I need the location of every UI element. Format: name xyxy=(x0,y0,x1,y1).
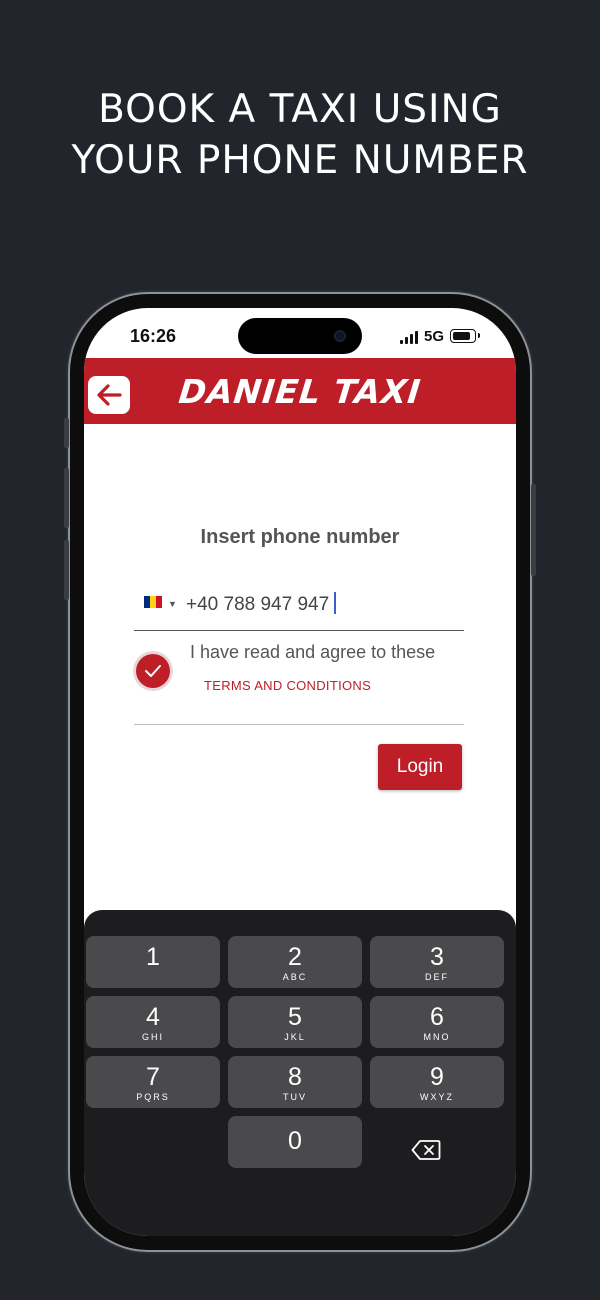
battery-icon xyxy=(450,329,480,343)
phone-screen: 16:26 5G DANIEL TAXI Insert phone number xyxy=(84,308,516,1236)
headline-line-2: YOUR PHONE NUMBER xyxy=(71,138,529,183)
key-6[interactable]: 6 MNO xyxy=(370,996,504,1048)
key-1[interactable]: 1 xyxy=(86,936,220,988)
marketing-headline: BOOK A TAXI USING YOUR PHONE NUMBER xyxy=(0,84,600,186)
phone-frame: 16:26 5G DANIEL TAXI Insert phone number xyxy=(64,294,536,1250)
key-2[interactable]: 2 ABC xyxy=(228,936,362,988)
camera-icon xyxy=(334,330,346,342)
brand-logo: DANIEL TAXI xyxy=(176,372,424,411)
phone-input[interactable] xyxy=(186,590,456,620)
key-0[interactable]: 0 xyxy=(228,1116,362,1168)
backspace-icon xyxy=(411,1140,441,1160)
country-flag-icon[interactable] xyxy=(144,596,162,608)
network-type: 5G xyxy=(424,328,445,345)
key-7[interactable]: 7 PQRS xyxy=(86,1056,220,1108)
agree-text: I have read and agree to these xyxy=(190,642,436,662)
key-5[interactable]: 5 JKL xyxy=(228,996,362,1048)
agree-checkbox[interactable] xyxy=(136,654,170,688)
key-3[interactable]: 3 DEF xyxy=(370,936,504,988)
status-bar: 16:26 5G xyxy=(84,308,516,354)
delete-key[interactable] xyxy=(396,1130,456,1170)
action-button xyxy=(64,418,69,448)
volume-down-button xyxy=(64,540,69,600)
dynamic-island xyxy=(238,318,362,354)
headline-line-1: BOOK A TAXI USING xyxy=(98,87,502,132)
text-cursor xyxy=(334,592,336,614)
key-8[interactable]: 8 TUV xyxy=(228,1056,362,1108)
volume-up-button xyxy=(64,468,69,528)
form-title: Insert phone number xyxy=(200,526,400,548)
key-9[interactable]: 9 WXYZ xyxy=(370,1056,504,1108)
status-time: 16:26 xyxy=(130,326,177,346)
phone-number-field[interactable]: ▼ xyxy=(134,590,464,631)
key-4[interactable]: 4 GHI xyxy=(86,996,220,1048)
country-dropdown-icon[interactable]: ▼ xyxy=(168,599,177,609)
login-button[interactable]: Login xyxy=(378,744,462,790)
power-button xyxy=(531,484,536,576)
app-bar: DANIEL TAXI xyxy=(84,358,516,424)
numeric-keypad: 1 2 ABC 3 DEF 4 GHI 5 JKL 6 MNO 7 PQRS 8 TUV 9W… xyxy=(84,910,516,1236)
terms-link[interactable]: TERMS AND CONDITIONS xyxy=(204,678,371,693)
signal-icon xyxy=(400,330,420,344)
terms-agreement: I have read and agree to these TERMS AND… xyxy=(134,638,464,725)
checkmark-icon xyxy=(145,665,161,677)
